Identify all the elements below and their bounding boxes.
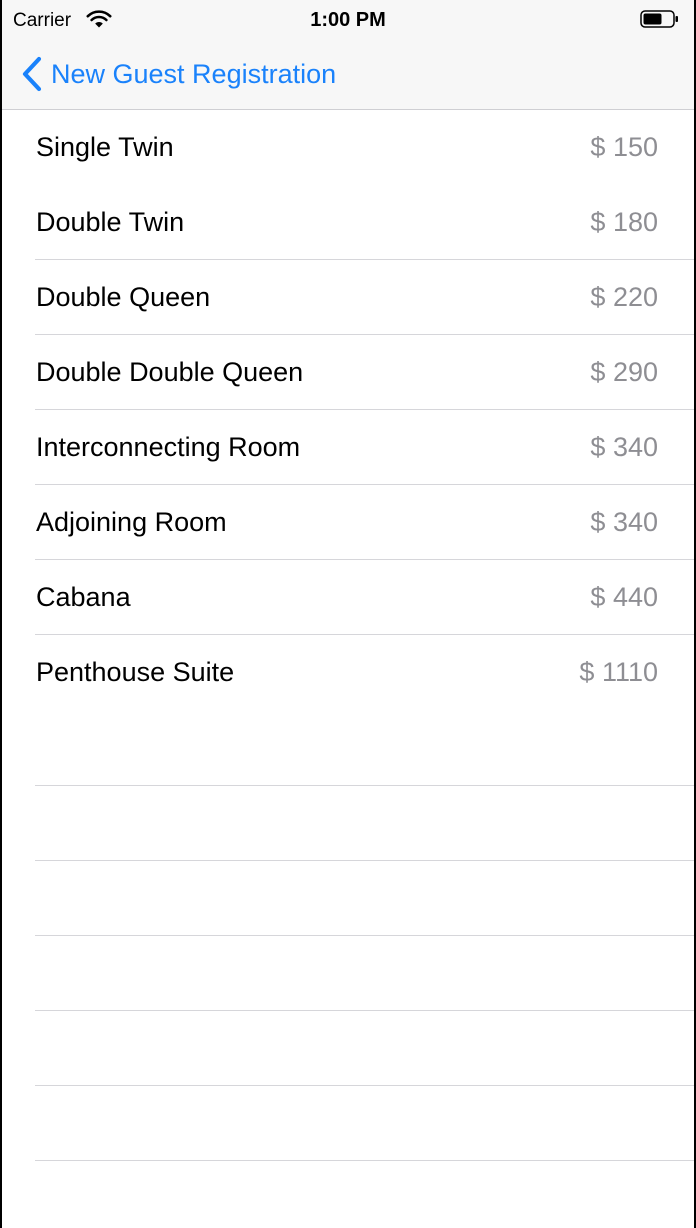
navigation-bar: New Guest Registration [2, 40, 694, 110]
row-separator [35, 860, 694, 861]
room-price: $ 290 [590, 357, 658, 387]
status-bar: Carrier 1:00 PM [2, 0, 694, 40]
room-name: Double Twin [36, 207, 185, 237]
row-separator [35, 935, 694, 936]
row-separator [35, 1085, 694, 1086]
list-item[interactable]: Adjoining Room $ 340 [2, 485, 694, 560]
list-item[interactable]: Double Twin $ 180 [2, 185, 694, 260]
room-price: $ 340 [590, 432, 658, 462]
list-item[interactable]: Single Twin $ 150 [2, 110, 694, 185]
list-item[interactable]: Double Double Queen $ 290 [2, 335, 694, 410]
room-price: $ 340 [590, 507, 658, 537]
room-price: $ 1110 [579, 657, 658, 687]
status-time: 1:00 PM [310, 9, 386, 31]
back-button-label: New Guest Registration [51, 58, 337, 89]
room-name: Interconnecting Room [36, 432, 301, 462]
room-name: Double Double Queen [36, 357, 304, 387]
screen: Carrier 1:00 PM New Guest Registration S… [2, 0, 694, 1228]
list-item[interactable]: Penthouse Suite $ 1110 [2, 635, 694, 710]
room-name: Double Queen [36, 282, 211, 312]
room-type-list: Single Twin $ 150 Double Twin $ 180 Doub… [2, 110, 694, 710]
list-item[interactable]: Double Queen $ 220 [2, 260, 694, 335]
back-button[interactable]: New Guest Registration [20, 54, 336, 94]
room-name: Cabana [36, 582, 131, 612]
battery-icon [640, 10, 678, 28]
room-name: Penthouse Suite [36, 657, 235, 687]
row-separator [35, 785, 694, 786]
room-name: Adjoining Room [36, 507, 227, 537]
room-price: $ 150 [590, 132, 658, 162]
room-price: $ 220 [590, 282, 658, 312]
row-separator [35, 1010, 694, 1011]
chevron-left-icon [22, 56, 42, 92]
row-separator [35, 1160, 694, 1161]
room-price: $ 440 [590, 582, 658, 612]
list-item[interactable]: Cabana $ 440 [2, 560, 694, 635]
room-price: $ 180 [590, 207, 658, 237]
room-name: Single Twin [36, 132, 174, 162]
list-item[interactable]: Interconnecting Room $ 340 [2, 410, 694, 485]
